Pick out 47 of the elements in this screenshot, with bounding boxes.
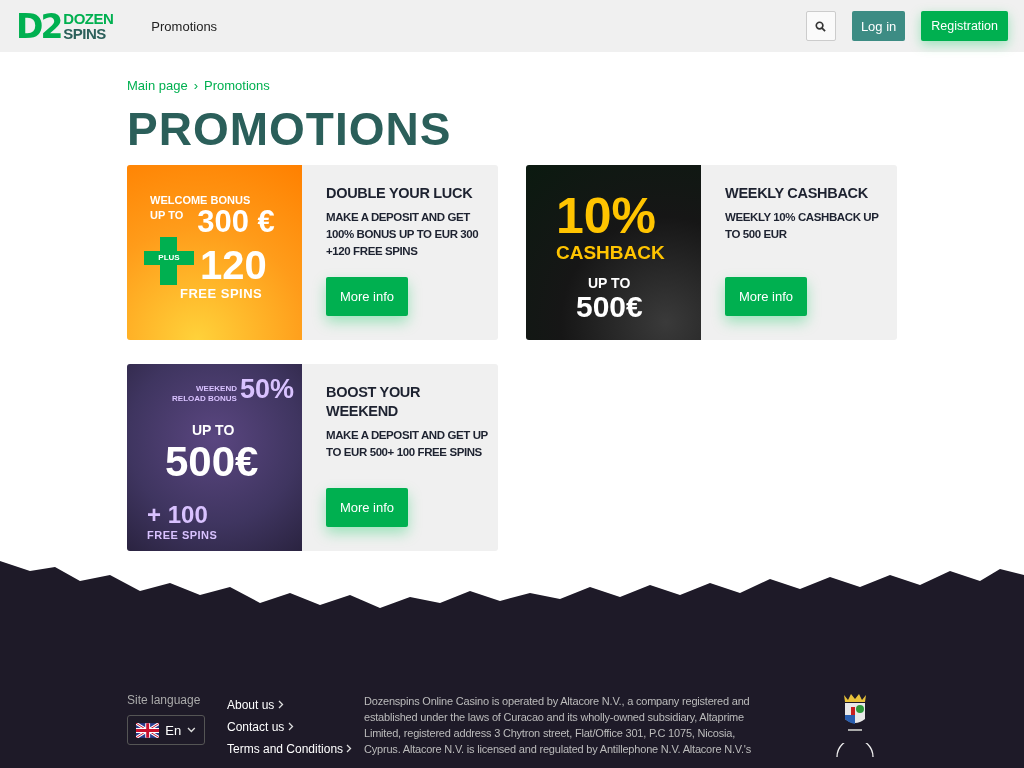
banner-text: UP TO: [192, 423, 236, 437]
chevron-icon: [277, 700, 284, 709]
promo-title: BOOST YOUR WEEKEND: [326, 383, 422, 421]
search-icon: [815, 20, 827, 32]
banner-text: 50%: [239, 376, 294, 403]
legal-text: Dozenspins Online Casino is operated by Altacore N.V., a company registered and established under the laws of Curacao and its wholly-owned subsidiary, Altaprime Limited, registered address 3 Chytron street, Flat/Office 301, P.C 1075, Nicosia, Cyprus. Altacore N.V. is licensed and regulated by Antillephone N.V. Altacore N.V.'s: [364, 694, 753, 757]
banner-text: WELCOME BONUS: [150, 195, 252, 206]
coat-of-arms-icon: [842, 693, 868, 733]
chevron-icon: [346, 744, 353, 753]
banner-text: 300 €: [197, 206, 275, 237]
banner-text: FREE SPINS: [147, 530, 219, 541]
banner-text: + 100: [147, 503, 209, 527]
page-title: PROMOTIONS: [127, 102, 453, 157]
more-info-button[interactable]: More info: [326, 488, 408, 527]
banner-text: 120: [200, 245, 267, 285]
footer-link[interactable]: Terms and Conditions: [227, 742, 364, 756]
banner-text: UP TO: [150, 210, 184, 221]
language-label: Site language: [127, 693, 202, 707]
banner-text: CASHBACK: [556, 243, 666, 262]
banner-text: UP TO: [588, 276, 632, 290]
breadcrumb-separator: ›: [193, 78, 199, 93]
caret-icon: [187, 727, 196, 733]
banner-text: FREE SPINS: [180, 287, 264, 300]
promo-description: MAKE A DEPOSIT AND GET UP TO EUR 500+ 100 FREE SPINS: [326, 428, 489, 460]
footer-link[interactable]: Contact us: [227, 720, 364, 734]
breadcrumb-link[interactable]: Main page: [127, 78, 188, 93]
nav-link[interactable]: Promotions: [151, 18, 218, 34]
chevron-icon: [287, 722, 294, 731]
promo-title: WEEKLY CASHBACK: [725, 184, 869, 203]
search-button[interactable]: [805, 11, 836, 41]
banner-text: RELOAD BONUS: [172, 395, 237, 403]
footer-link[interactable]: About us: [227, 698, 364, 712]
registration-button[interactable]: Registration: [921, 11, 1008, 41]
flag-icon: [136, 722, 160, 738]
banner-text: 500€: [576, 292, 644, 322]
banner-text: 500€: [165, 441, 260, 483]
login-button[interactable]: Log in: [851, 11, 906, 41]
breadcrumb-link[interactable]: Promotions: [204, 78, 270, 93]
more-info-button[interactable]: More info: [725, 277, 807, 316]
more-info-button[interactable]: More info: [326, 277, 408, 316]
plus-sign-drawing: PLUS: [144, 237, 194, 285]
promo-description: WEEKLY 10% CASHBACK UP TO 500 EUR: [725, 210, 880, 242]
language-select[interactable]: En: [127, 715, 205, 745]
banner-text: WEEKEND: [196, 385, 237, 393]
promo-title: DOUBLE YOUR LUCK: [326, 184, 474, 203]
promo-description: MAKE A DEPOSIT AND GET 100% BONUS UP TO EUR 300 +120 FREE SPINS: [326, 210, 480, 259]
banner-text: 10%: [556, 191, 658, 241]
